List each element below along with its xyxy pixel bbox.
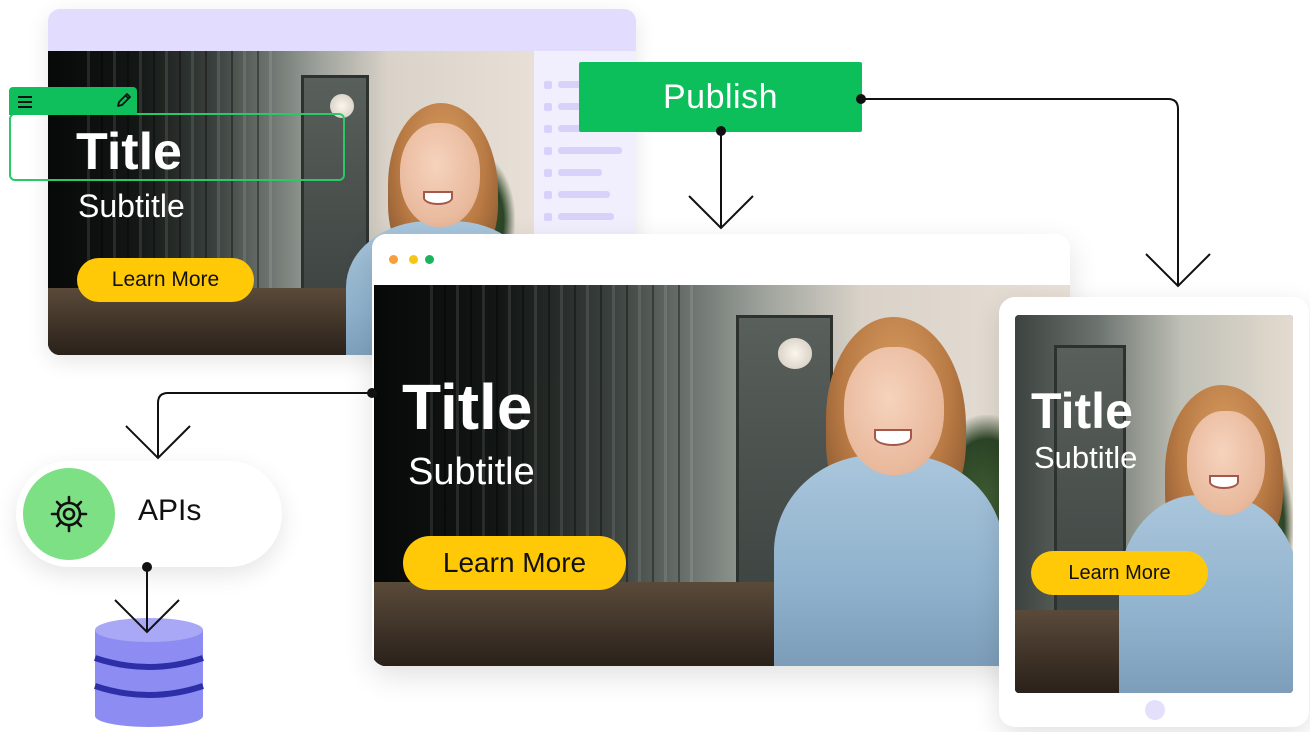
connector-lines	[114, 94, 1211, 634]
